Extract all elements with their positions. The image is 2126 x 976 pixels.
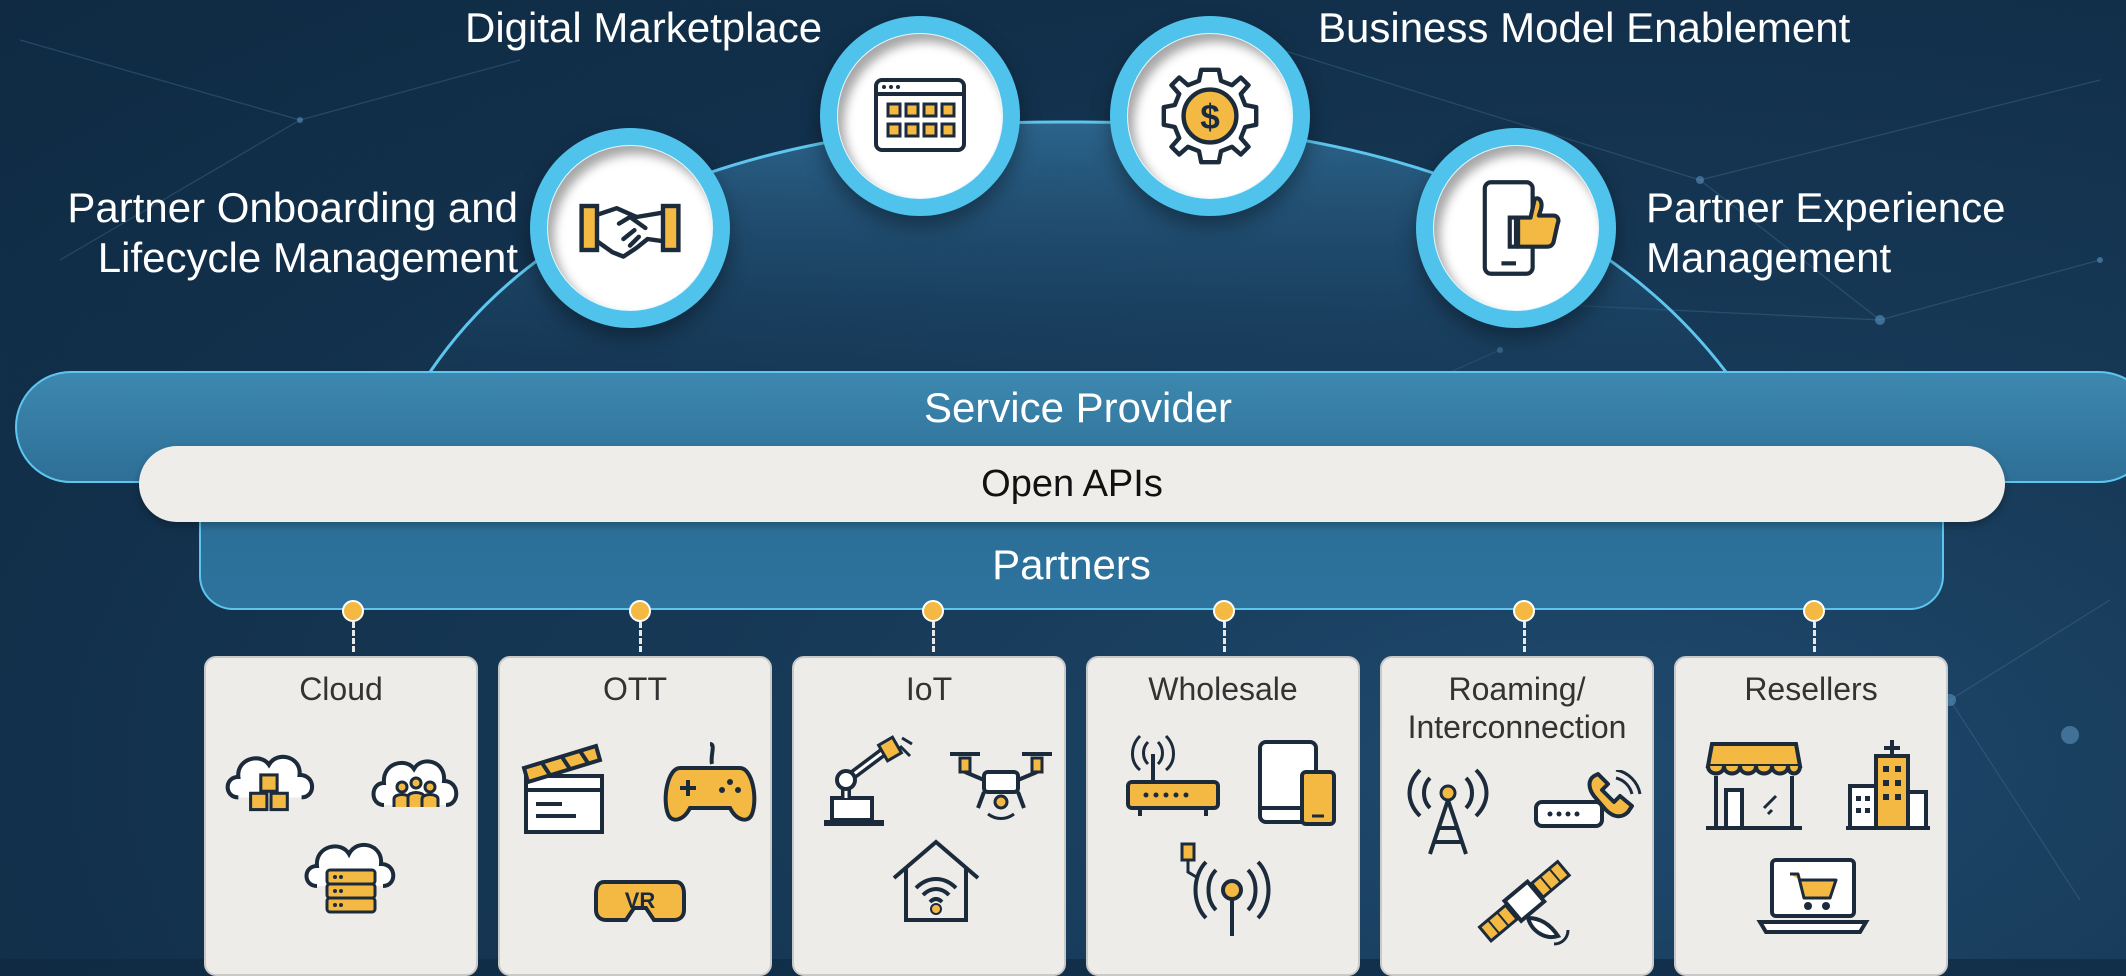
dollar-gear-icon: $	[1161, 67, 1259, 165]
robot-arm-icon	[824, 735, 913, 826]
category-card-iot: IoT	[792, 656, 1066, 976]
connector-line	[1523, 622, 1526, 652]
digital-marketplace-circle	[820, 16, 1020, 216]
category-title: OTT	[603, 671, 667, 707]
office-building-icon	[1846, 740, 1930, 830]
category-title: Cloud	[299, 671, 383, 707]
connector-line	[1813, 622, 1816, 652]
partner-experience-label: Partner Experience Management	[1646, 184, 2006, 281]
category-card-ott: OTT VR	[498, 656, 772, 976]
radio-tower-icon	[1407, 768, 1489, 855]
connector-dot	[342, 600, 364, 622]
cloud-cubes-icon	[225, 754, 315, 812]
drone-icon	[950, 752, 1052, 820]
partner-onboarding-circle	[530, 128, 730, 328]
connector-line	[932, 622, 935, 652]
laptop-cart-icon	[1756, 858, 1870, 934]
svg-text:$: $	[1200, 98, 1220, 137]
connector-line	[352, 622, 355, 652]
satellite-icon	[1477, 859, 1572, 946]
phone-thumbs-up-icon	[1482, 180, 1561, 276]
router-icon	[1126, 734, 1220, 816]
connector-dot	[1213, 600, 1235, 622]
connector-dot	[629, 600, 651, 622]
antenna-signal-icon	[1180, 842, 1271, 936]
category-card-resellers: Resellers	[1674, 656, 1948, 976]
connector-dot	[1513, 600, 1535, 622]
category-card-wholesale: Wholesale	[1086, 656, 1360, 976]
smart-home-icon	[892, 839, 980, 922]
category-title: Roaming/Interconnection	[1407, 671, 1627, 745]
category-card-roaming: Roaming/Interconnection	[1380, 656, 1654, 976]
partner-onboarding-label: Partner Onboarding and Lifecycle Manageme…	[67, 184, 518, 281]
category-title: Resellers	[1744, 671, 1878, 707]
connector-line	[1223, 622, 1226, 652]
clapperboard-icon	[521, 743, 604, 834]
connector-dot	[1803, 600, 1825, 622]
connector-line	[639, 622, 642, 652]
category-title: IoT	[905, 671, 953, 707]
handshake-icon	[579, 203, 681, 259]
phone-modem-icon	[1534, 770, 1642, 828]
digital-marketplace-label: Digital Marketplace	[465, 4, 823, 51]
svg-text:VR: VR	[625, 888, 656, 913]
marketplace-grid-icon	[874, 78, 966, 152]
gamepad-icon	[663, 742, 757, 822]
business-model-circle: $	[1110, 16, 1310, 216]
cloud-server-icon	[304, 843, 396, 914]
partner-experience-circle	[1416, 128, 1616, 328]
cloud-people-icon	[371, 759, 459, 807]
tablet-phone-icon	[1258, 740, 1336, 826]
partners-title: Partners	[992, 541, 1151, 588]
business-model-enablement-label: Business Model Enablement	[1318, 4, 1851, 51]
category-title: Wholesale	[1148, 671, 1298, 707]
connector-dot	[922, 600, 944, 622]
open-apis-bar: Open APIs	[139, 446, 2005, 522]
open-apis-label: Open APIs	[981, 462, 1163, 505]
vr-headset-icon: VR	[594, 880, 686, 922]
storefront-icon	[1705, 742, 1803, 830]
service-provider-title: Service Provider	[923, 384, 1233, 431]
category-card-cloud: Cloud	[204, 656, 478, 976]
